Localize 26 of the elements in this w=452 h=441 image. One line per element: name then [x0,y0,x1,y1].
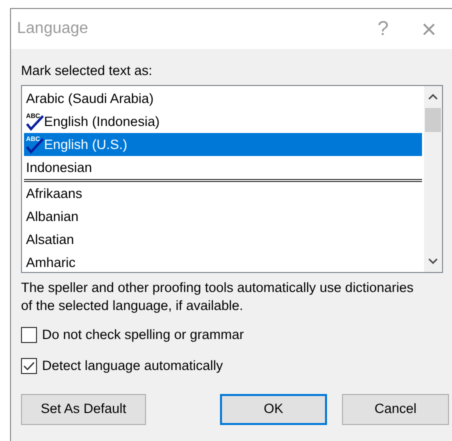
list-item-label[interactable]: Albanian [26,206,79,227]
checkbox-label[interactable]: Detect language automatically [42,356,223,376]
list-item[interactable]: Indonesian [24,156,422,182]
list-label: Mark selected text as: [21,62,154,80]
dialog-button[interactable]: Cancel [342,394,449,425]
dialog-button[interactable]: OK [220,394,327,425]
list-item[interactable]: Arabic (Saudi Arabia) [24,87,422,110]
list-item-label[interactable]: Afrikaans [26,184,82,204]
checkbox[interactable] [21,327,37,344]
description-text: The speller and other proofing tools automatically use dictionaries of the selected language, if available. [21,279,414,316]
list-item[interactable]: Albanian [24,205,422,228]
list-item[interactable]: Amharic [24,251,422,272]
list-item[interactable]: Afrikaans [24,182,422,206]
window-title: Language [17,19,90,39]
list-item-label[interactable]: Arabic (Saudi Arabia) [26,88,154,109]
list-item-label[interactable]: English (U.S.) [44,134,128,155]
list-item-label[interactable]: English (Indonesia) [44,112,160,132]
list-item-label[interactable]: Amharic [26,252,76,272]
dialog-button[interactable]: Set As Default [21,394,146,425]
scrollbar[interactable] [424,86,442,272]
list-item-label[interactable]: Alsatian [26,230,74,250]
scrollbar-thumb[interactable] [425,108,441,132]
list-item[interactable]: Alsatian [24,228,422,252]
checkbox[interactable] [21,358,37,374]
checkbox-label[interactable]: Do not check spelling or grammar [42,325,244,346]
list-item-label[interactable]: Indonesian [26,158,92,178]
